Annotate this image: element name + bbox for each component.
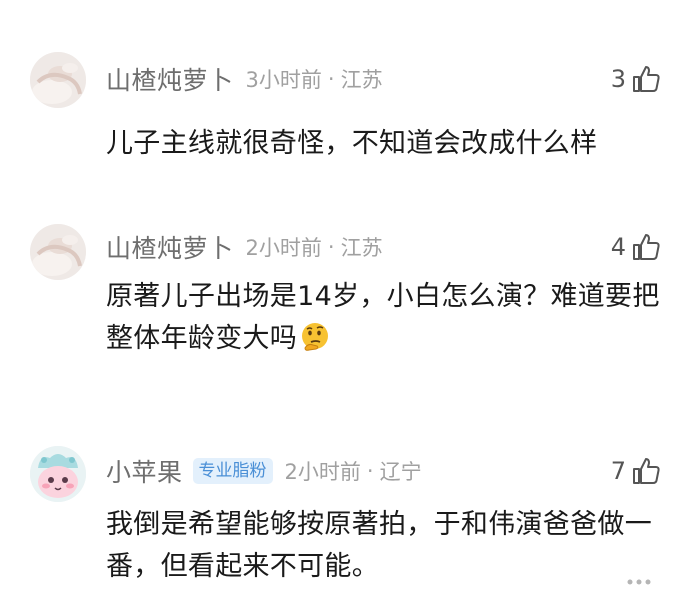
comment-meta: 山楂炖萝卜 2小时前 · 江苏 <box>106 230 383 264</box>
thinking-face-emoji <box>299 321 331 353</box>
like-count: 7 <box>610 457 626 485</box>
location: 江苏 <box>340 68 383 92</box>
separator-dot: · <box>327 67 335 91</box>
like-button[interactable]: 4 <box>611 230 662 264</box>
thumbs-up-icon <box>630 63 662 95</box>
separator-dot: · <box>366 459 374 483</box>
separator-dot: · <box>327 235 335 259</box>
avatar[interactable] <box>30 224 86 280</box>
comment-meta: 小苹果 专业脂粉 2小时前 · 辽宁 <box>106 454 422 488</box>
like-button[interactable]: 7 <box>611 454 662 488</box>
avatar-image <box>30 446 86 502</box>
more-options-icon[interactable] <box>626 578 652 586</box>
timestamp: 3小时前 <box>245 68 322 92</box>
comment-text: 我倒是希望能够按原著拍，于和伟演爸爸做一番，但看起来不可能。 <box>106 509 652 582</box>
comment-text: 原著儿子出场是14岁，小白怎么演？难道要把整体年龄变大吗 <box>106 276 666 360</box>
timestamp: 2小时前 <box>284 460 361 484</box>
thumbs-up-icon <box>630 455 662 487</box>
nickname[interactable]: 山楂炖萝卜 <box>106 229 234 265</box>
comment-text: 儿子主线就很奇怪，不知道会改成什么样 <box>106 128 598 159</box>
like-button[interactable]: 3 <box>611 62 662 96</box>
comment-meta: 山楂炖萝卜 3小时前 · 江苏 <box>106 62 383 96</box>
comment-text-content: 原著儿子出场是14岁，小白怎么演？难道要把整体年龄变大吗 <box>106 281 660 354</box>
timestamp: 2小时前 <box>245 236 322 260</box>
like-count: 3 <box>610 65 626 93</box>
avatar[interactable] <box>30 52 86 108</box>
avatar[interactable] <box>30 446 86 502</box>
nickname[interactable]: 小苹果 <box>106 453 183 489</box>
nickname[interactable]: 山楂炖萝卜 <box>106 61 234 97</box>
location: 江苏 <box>340 236 383 260</box>
thumbs-up-icon <box>630 231 662 263</box>
avatar-image <box>30 52 86 108</box>
fan-badge[interactable]: 专业脂粉 <box>192 458 273 484</box>
avatar-image <box>30 224 86 280</box>
like-count: 4 <box>610 233 626 261</box>
location: 辽宁 <box>379 460 422 484</box>
